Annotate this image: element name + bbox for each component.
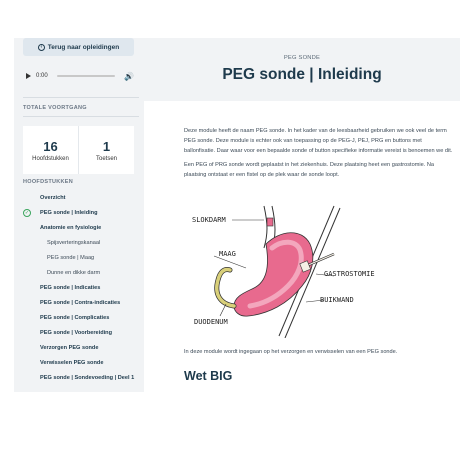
nav-item-verwisselen[interactable]: Verwisselen PEG sonde	[23, 355, 144, 370]
paragraph: In deze module wordt ingegaan op het ver…	[184, 349, 398, 355]
nav-item-label: PEG sonde | Maag	[47, 254, 95, 261]
nav-item-label: PEG sonde | Indicaties	[40, 284, 101, 291]
nav-item-label: Spijsverteringskanaal	[47, 239, 101, 246]
nav-item-label: PEG sonde | Sondevoeding | Deel 1	[40, 374, 135, 381]
stat-value: 16	[43, 138, 58, 154]
nav-item-label: PEG sonde | Inleiding	[40, 209, 98, 216]
stat-label: Hoofdstukken	[32, 155, 69, 162]
stat-chapters: 16 Hoofdstukken	[23, 126, 78, 174]
nav-item-label: PEG sonde | Complicaties	[40, 314, 110, 321]
article-body: Deze module heeft de naam PEG sonde. In …	[184, 126, 454, 338]
page-kicker: PEG SONDE	[283, 55, 321, 61]
arrow-left-circle-icon: ‹	[37, 43, 45, 51]
leader-duodenum	[219, 303, 227, 317]
article-body-lower: In deze module wordt ingegaan op het ver…	[184, 347, 454, 383]
nav-item-maag[interactable]: PEG sonde | Maag	[23, 250, 144, 265]
nav-item-label: Dunne en dikke darm	[47, 269, 101, 276]
label-duodenum: DUODENUM	[194, 318, 228, 326]
page-title: PEG sonde | Inleiding	[222, 66, 382, 83]
play-icon[interactable]	[26, 73, 31, 79]
nav-item-darm[interactable]: Dunne en dikke darm	[23, 265, 144, 280]
nav-item-verzorgen[interactable]: Verzorgen PEG sonde	[23, 340, 144, 355]
label-gastrostomie: GASTROSTOMIE	[324, 270, 375, 278]
paragraph: Deze module heeft de naam PEG sonde. In …	[184, 128, 453, 154]
progress-stats: 16 Hoofdstukken 1 Toetsen	[23, 126, 134, 174]
check-circle-icon: ✓	[23, 208, 31, 217]
nav-item-label: PEG sonde | Contra-indicaties	[40, 299, 121, 306]
nav-item-indicaties[interactable]: PEG sonde | Indicaties	[23, 280, 144, 295]
chapters-heading: HOOFDSTUKKEN	[23, 179, 74, 185]
nav-item-complicaties[interactable]: PEG sonde | Complicaties	[23, 310, 144, 325]
nav-item-label: Verwisselen PEG sonde	[40, 359, 104, 366]
page-header: PEG SONDE PEG sonde | Inleiding	[144, 38, 460, 101]
volume-icon[interactable]: 🔊	[124, 72, 134, 81]
paragraph: Een PEG of PRG sonde wordt geplaatst in …	[184, 162, 434, 178]
stat-value: 1	[102, 138, 111, 154]
divider	[23, 116, 139, 117]
nav-item-contra-indicaties[interactable]: PEG sonde | Contra-indicaties	[23, 295, 144, 310]
nav-item-label: Verzorgen PEG sonde	[40, 344, 99, 351]
app-frame: ‹ Terug naar opleidingen 0:00 🔊 TOTALE V…	[14, 38, 460, 392]
audio-player: 0:00 🔊	[23, 68, 134, 84]
nav-item-anatomie[interactable]: Anatomie en fysiologie	[23, 220, 144, 235]
label-maag: MAAG	[219, 250, 236, 258]
audio-time: 0:00	[36, 73, 48, 79]
nav-item-voorbereiding[interactable]: PEG sonde | Voorbereiding	[23, 325, 144, 340]
peg-anatomy-illustration: SLOKDARM MAAG GASTROSTOMIE BUIKWAND DUOD…	[192, 205, 375, 338]
stat-tests: 1 Toetsen	[78, 126, 134, 174]
esophagus-marker	[266, 217, 274, 227]
section-heading: Wet BIG	[184, 369, 233, 383]
nav-item-overzicht[interactable]: Overzicht	[23, 190, 144, 205]
progress-heading: TOTALE VOORTGANG	[23, 105, 87, 111]
divider	[23, 97, 139, 98]
audio-progress-track[interactable]	[56, 75, 116, 77]
back-button-label: Terug naar opleidingen	[47, 43, 120, 51]
nav-item-label: Anatomie en fysiologie	[40, 224, 102, 231]
sidebar: ‹ Terug naar opleidingen 0:00 🔊 TOTALE V…	[14, 38, 144, 392]
nav-item-sondevoeding-1[interactable]: PEG sonde | Sondevoeding | Deel 1	[23, 370, 144, 385]
nav-item-label: PEG sonde | Voorbereiding	[40, 329, 113, 336]
back-to-courses-button[interactable]: ‹ Terug naar opleidingen	[23, 38, 134, 56]
nav-item-label: Overzicht	[40, 194, 66, 201]
chapter-nav: Overzicht ✓ PEG sonde | Inleiding Anatomi…	[23, 190, 144, 385]
label-buikwand: BUIKWAND	[320, 296, 354, 304]
esophagus-outline-2	[263, 205, 268, 249]
label-slokdarm: SLOKDARM	[192, 216, 226, 224]
stat-label: Toetsen	[95, 155, 117, 162]
nav-item-spijsvertering[interactable]: Spijsverteringskanaal	[23, 235, 144, 250]
nav-item-inleiding[interactable]: ✓ PEG sonde | Inleiding	[23, 205, 144, 220]
main-content: PEG SONDE PEG sonde | Inleiding Deze mod…	[144, 38, 460, 392]
